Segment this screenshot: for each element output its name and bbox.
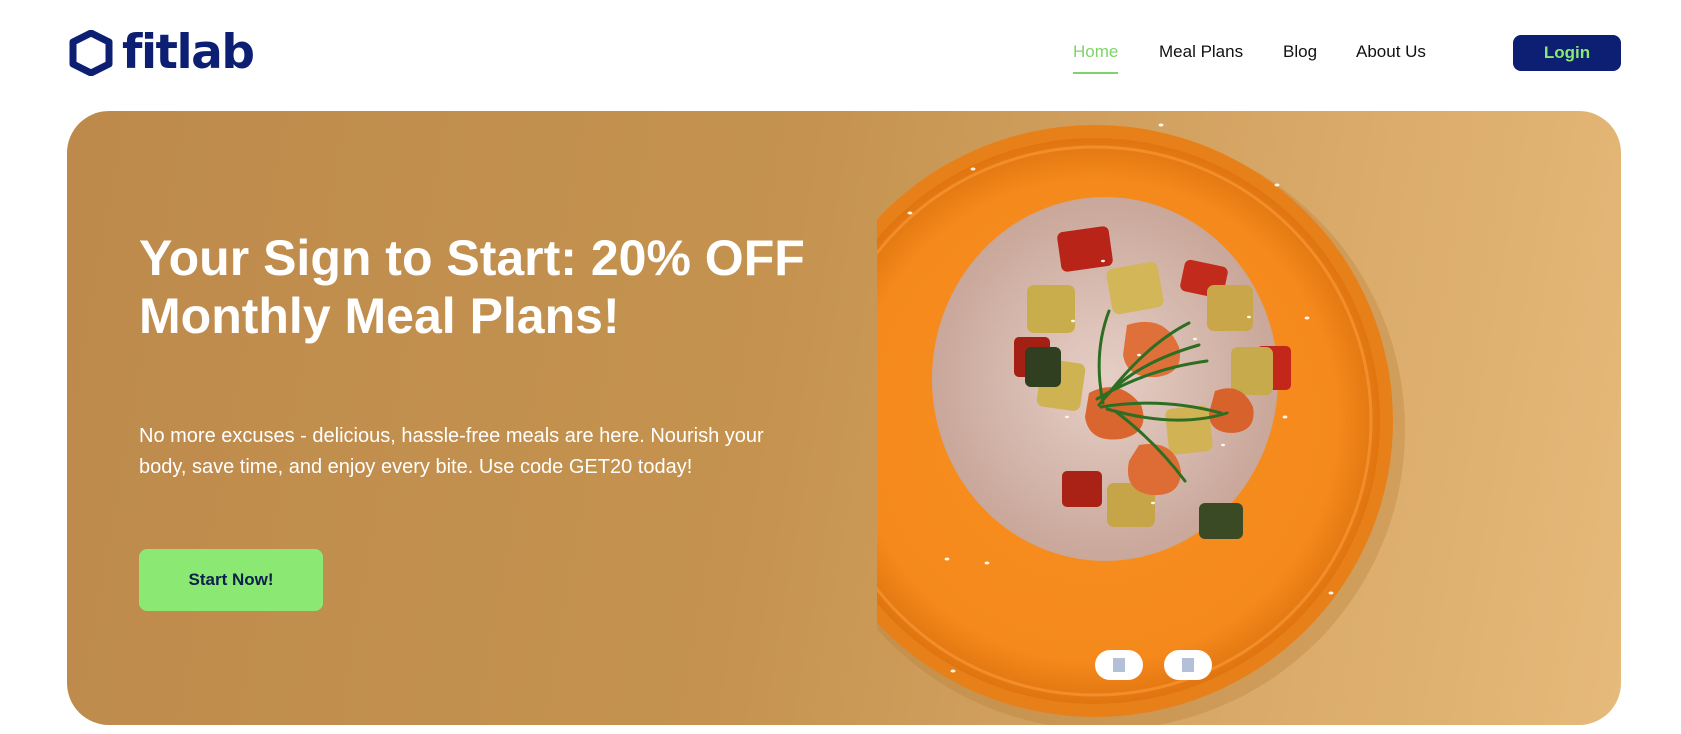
nav-item-label: Home	[1073, 42, 1119, 61]
hexagon-logo-icon	[69, 30, 113, 76]
nav-item-blog[interactable]: Blog	[1283, 38, 1317, 66]
hero-banner: Your Sign to Start: 20% OFF Monthly Meal…	[67, 111, 1621, 725]
carousel-dot-2[interactable]	[1164, 650, 1212, 680]
nav-item-meal-plans[interactable]: Meal Plans	[1159, 38, 1243, 66]
start-now-button[interactable]: Start Now!	[139, 549, 323, 611]
hero-headline: Your Sign to Start: 20% OFF Monthly Meal…	[139, 230, 805, 344]
brand-name: fitlab	[122, 25, 255, 80]
carousel-dot-1[interactable]	[1095, 650, 1143, 680]
active-nav-underline	[1073, 72, 1119, 74]
nav-item-about-us[interactable]: About Us	[1356, 38, 1426, 66]
rice-shrimp-plate-image	[877, 123, 1405, 725]
carousel-dot-indicator	[1113, 658, 1125, 672]
nav-item-label: Blog	[1283, 42, 1318, 61]
nav-item-label: About Us	[1356, 42, 1426, 61]
carousel-dot-indicator	[1182, 658, 1194, 672]
nav-item-home[interactable]: Home	[1073, 38, 1119, 74]
nav-item-label: Meal Plans	[1159, 42, 1244, 61]
site-header: fitlab Home Meal Plans Blog About Us Log…	[0, 0, 1681, 110]
brand-logo[interactable]: fitlab	[68, 25, 255, 80]
login-button[interactable]: Login	[1513, 35, 1621, 71]
hero-subtext: No more excuses - delicious, hassle-free…	[139, 425, 764, 478]
